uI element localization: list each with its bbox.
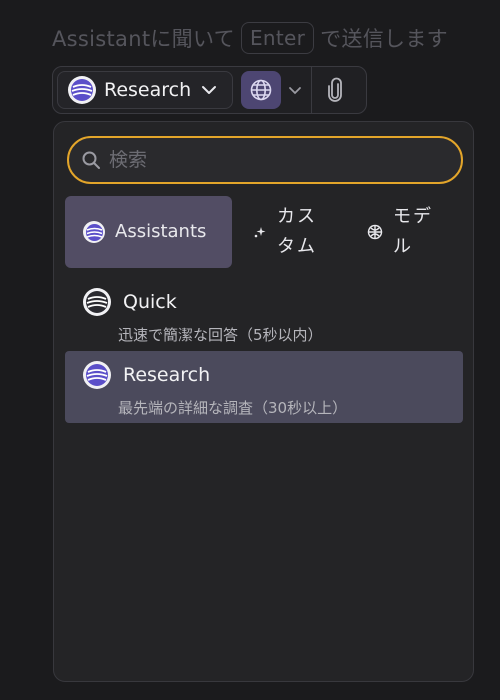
- assistant-option-description: 迅速で簡潔な回答（5秒以内）: [118, 326, 323, 344]
- assistant-picker-dropdown: Assistants カスタム: [53, 121, 474, 682]
- research-logo-icon: [83, 361, 111, 389]
- input-hint: Assistantに聞いて Enter で送信します: [52, 20, 448, 56]
- web-search-options-chevron[interactable]: [285, 71, 305, 109]
- assistant-option-title: Quick: [123, 291, 177, 313]
- search-box[interactable]: [67, 136, 463, 184]
- globe-icon: [249, 78, 273, 102]
- assistant-option-quick[interactable]: Quick 迅速で簡潔な回答（5秒以内）: [65, 278, 463, 350]
- composer-toolbar: Research: [52, 66, 367, 114]
- tab-models[interactable]: モデル: [365, 196, 465, 268]
- search-icon: [81, 150, 101, 170]
- model-selector-button[interactable]: Research: [57, 71, 233, 109]
- tab-assistants-label: Assistants: [115, 221, 207, 242]
- hint-text-before: Assistantに聞いて: [52, 27, 235, 51]
- research-logo-icon: [68, 76, 96, 104]
- assistant-logo-icon: [83, 221, 105, 243]
- paperclip-icon: [325, 77, 345, 103]
- web-search-toggle-button[interactable]: [241, 71, 281, 109]
- quick-logo-icon: [83, 288, 111, 316]
- tab-models-label: モデル: [393, 206, 433, 257]
- attach-file-button[interactable]: [312, 71, 358, 109]
- picker-tabs: Assistants カスタム モデル: [65, 196, 465, 268]
- sparkle-icon: [253, 225, 267, 239]
- model-selector-label: Research: [104, 79, 192, 101]
- chevron-down-icon: [199, 80, 219, 100]
- assistant-option-research[interactable]: Research 最先端の詳細な調査（30秒以上）: [65, 351, 463, 423]
- search-input[interactable]: [109, 138, 461, 182]
- tab-assistants[interactable]: Assistants: [65, 196, 232, 268]
- hint-text-after: で送信します: [320, 27, 448, 51]
- assistant-option-title: Research: [123, 364, 211, 386]
- assistant-option-description: 最先端の詳細な調査（30秒以上）: [118, 399, 348, 417]
- page: Assistantに聞いて Enter で送信します Research 検索 A…: [0, 0, 500, 700]
- enter-key-badge: Enter: [240, 22, 315, 54]
- tab-custom-label: カスタム: [277, 206, 317, 257]
- model-icon: [367, 224, 383, 240]
- tab-custom[interactable]: カスタム: [249, 196, 339, 268]
